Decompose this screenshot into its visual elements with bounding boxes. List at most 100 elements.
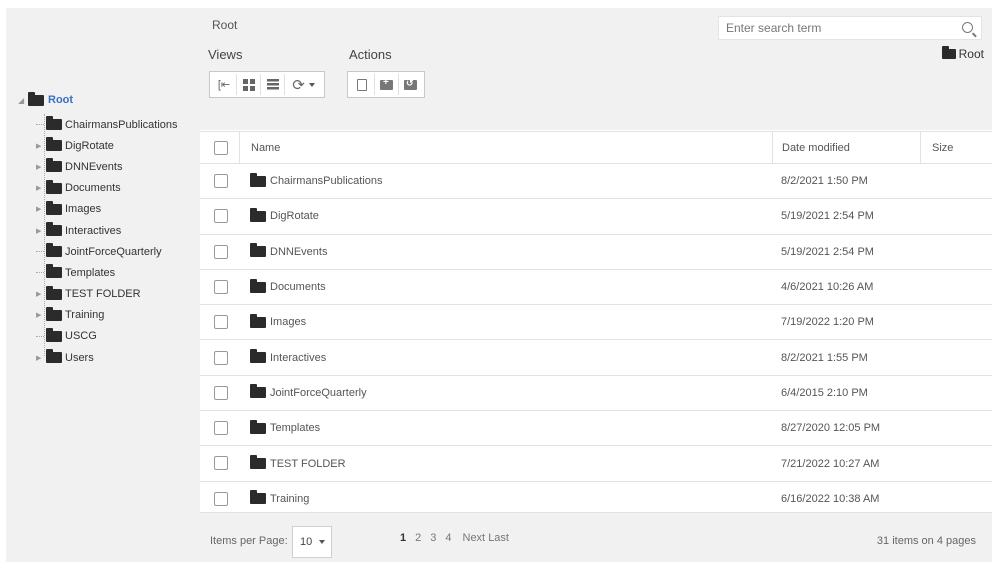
tree-item[interactable]: ▶ DigRotate <box>36 135 178 156</box>
row-checkbox[interactable] <box>214 209 228 224</box>
folder-name[interactable]: Interactives <box>270 352 326 364</box>
date-modified: 8/2/2021 1:55 PM <box>781 351 868 364</box>
date-modified: 8/2/2021 1:50 PM <box>781 175 868 188</box>
search-icon[interactable] <box>962 22 973 33</box>
folder-name[interactable]: DNNEvents <box>270 246 327 258</box>
thumbnail-view-button[interactable] <box>236 74 260 95</box>
column-name[interactable]: Name <box>239 132 772 163</box>
tree-item[interactable]: JointForceQuarterly <box>36 241 178 262</box>
folder-name[interactable]: Documents <box>270 281 326 293</box>
expand-icon[interactable]: ▶ <box>36 354 44 362</box>
tree-item[interactable]: ▶ Images <box>36 199 178 220</box>
row-checkbox[interactable] <box>214 174 228 188</box>
table-row[interactable]: TEST FOLDER 7/21/2022 10:27 AM <box>200 446 992 482</box>
tree-item[interactable]: ▶ TEST FOLDER <box>36 284 178 305</box>
tree-item-label[interactable]: Images <box>65 203 101 215</box>
tree-item[interactable]: ▶ Users <box>36 347 178 368</box>
row-checkbox[interactable] <box>214 421 228 436</box>
column-date[interactable]: Date modified <box>772 132 920 163</box>
tree-item[interactable]: ▶ Interactives <box>36 220 178 241</box>
tree-root[interactable]: ◢ Root <box>18 91 73 106</box>
tree-item[interactable]: ChairmansPublications <box>36 114 178 135</box>
row-checkbox-cell <box>214 456 228 473</box>
tree-item[interactable]: ▶ Documents <box>36 178 178 199</box>
name-cell: Templates <box>250 419 320 434</box>
tree-item[interactable]: ▶ DNNEvents <box>36 156 178 177</box>
folder-name[interactable]: Training <box>270 493 309 505</box>
expand-icon[interactable]: ▶ <box>36 184 44 192</box>
folder-name[interactable]: ChairmansPublications <box>270 175 383 187</box>
tree-item-label[interactable]: DNNEvents <box>65 161 122 173</box>
column-size[interactable]: Size <box>920 132 992 163</box>
table-row[interactable]: Documents 4/6/2021 10:26 AM <box>200 270 992 306</box>
folder-name[interactable]: Images <box>270 316 306 328</box>
next-page-link[interactable]: Next <box>463 532 486 544</box>
expand-icon[interactable]: ▶ <box>36 205 44 213</box>
page-4-link[interactable]: 4 <box>445 532 451 544</box>
table-row[interactable]: Interactives 8/2/2021 1:55 PM <box>200 341 992 376</box>
page-1-link[interactable]: 1 <box>400 532 406 544</box>
folder-name[interactable]: JointForceQuarterly <box>270 387 367 399</box>
expand-icon[interactable]: ▶ <box>36 227 44 235</box>
table-row[interactable]: DigRotate 5/19/2021 2:54 PM <box>200 199 992 235</box>
refresh-dropdown-button[interactable]: ⟳ <box>284 74 322 95</box>
tree-item-label[interactable]: ChairmansPublications <box>65 119 178 131</box>
file-upload-icon <box>357 78 367 91</box>
folder-name[interactable]: DigRotate <box>270 210 319 222</box>
tree-item-label[interactable]: Interactives <box>65 225 121 237</box>
items-per-page-select[interactable]: 10 <box>292 526 332 558</box>
tree-connector <box>36 272 44 274</box>
tree-connector <box>36 124 44 126</box>
tree-item-label[interactable]: TEST FOLDER <box>65 288 141 300</box>
tree-item-label[interactable]: Users <box>65 352 94 364</box>
upload-file-button[interactable] <box>350 74 374 95</box>
table-row[interactable]: DNNEvents 5/19/2021 2:54 PM <box>200 235 992 270</box>
tree-item-label[interactable]: USCG <box>65 330 97 342</box>
tree-root-label[interactable]: Root <box>48 94 73 106</box>
select-all-checkbox[interactable] <box>214 140 228 155</box>
row-checkbox[interactable] <box>214 244 228 259</box>
sync-folder-button[interactable] <box>398 74 422 95</box>
current-folder: Root <box>941 46 984 61</box>
toggle-tree-button[interactable]: [⇤ <box>212 74 236 95</box>
row-checkbox[interactable] <box>214 279 228 294</box>
row-checkbox[interactable] <box>214 315 228 330</box>
row-checkbox[interactable] <box>214 385 228 400</box>
expand-icon[interactable]: ▶ <box>36 311 44 319</box>
expand-icon[interactable]: ▶ <box>36 290 44 298</box>
page-2-link[interactable]: 2 <box>415 532 421 544</box>
row-checkbox[interactable] <box>214 491 228 506</box>
row-checkbox-cell <box>214 315 228 332</box>
tree-item[interactable]: USCG <box>36 326 178 347</box>
collapse-icon[interactable]: ◢ <box>18 96 28 105</box>
row-checkbox[interactable] <box>214 350 228 365</box>
table-row[interactable]: ChairmansPublications 8/2/2021 1:50 PM <box>200 164 992 200</box>
tree-item-label[interactable]: DigRotate <box>65 140 114 152</box>
item-count: 31 items on 4 pages <box>876 535 976 547</box>
page-3-link[interactable]: 3 <box>430 532 436 544</box>
expand-icon[interactable]: ▶ <box>36 163 44 171</box>
tree-item-label[interactable]: Training <box>65 309 104 321</box>
row-checkbox-cell <box>214 174 228 191</box>
expand-icon[interactable]: ▶ <box>36 142 44 150</box>
folder-name[interactable]: Templates <box>270 422 320 434</box>
tree-item-label[interactable]: JointForceQuarterly <box>65 246 162 258</box>
breadcrumb[interactable]: Root <box>212 18 237 32</box>
search-input[interactable] <box>719 18 949 38</box>
folder-name[interactable]: TEST FOLDER <box>270 458 346 470</box>
tree-item[interactable]: Templates <box>36 262 178 283</box>
pager: 1 2 3 4 Next Last <box>400 532 509 544</box>
list-view-button[interactable] <box>260 74 284 95</box>
table-row[interactable]: Templates 8/27/2020 12:05 PM <box>200 411 992 447</box>
chevron-down-icon <box>319 540 326 544</box>
tree-item[interactable]: ▶ Training <box>36 305 178 326</box>
row-checkbox-cell <box>214 209 228 226</box>
table-row[interactable]: Images 7/19/2022 1:20 PM <box>200 305 992 341</box>
table-row[interactable]: JointForceQuarterly 6/4/2015 2:10 PM <box>200 376 992 412</box>
tree-item-label[interactable]: Templates <box>65 267 115 279</box>
tree-item-label[interactable]: Documents <box>65 182 121 194</box>
select-all-cell <box>214 132 228 163</box>
create-folder-button[interactable] <box>374 74 398 95</box>
last-page-link[interactable]: Last <box>488 532 509 544</box>
row-checkbox[interactable] <box>214 456 228 471</box>
